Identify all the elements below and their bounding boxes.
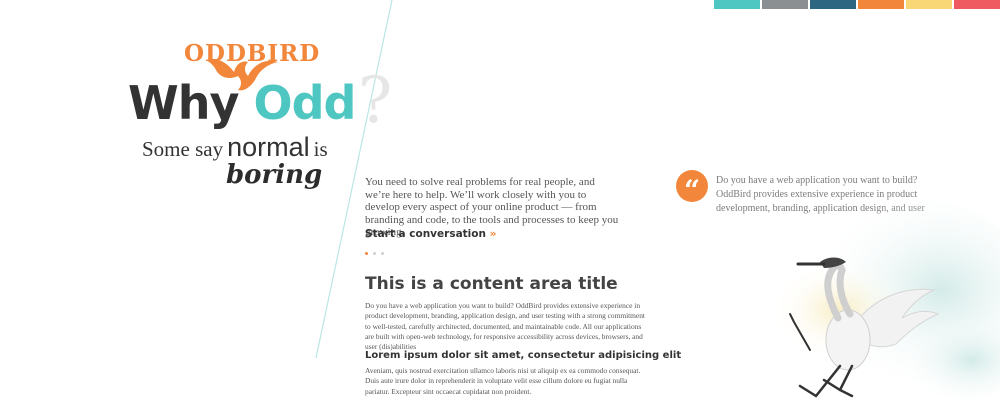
color-stripe-3 [810, 0, 856, 9]
tagline-normal: normal [227, 132, 310, 162]
hero-headline: Why Odd [128, 80, 356, 126]
color-stripe-6 [954, 0, 1000, 9]
content-area-title: This is a content area title [365, 274, 618, 294]
color-stripe-2 [762, 0, 808, 9]
tagline-is: is [313, 137, 328, 161]
start-conversation-link[interactable]: Start a conversation » [365, 228, 496, 240]
tagline-boring: boring [226, 160, 323, 190]
heron-illustration [770, 200, 1000, 400]
quote-mark-icon: “ [676, 170, 708, 207]
color-stripe-1 [714, 0, 760, 9]
pager-dot-1[interactable] [365, 252, 368, 255]
color-stripe-5 [906, 0, 952, 9]
oddbird-logo[interactable]: ODDBIRD [184, 40, 320, 91]
hero-why: Why [128, 76, 239, 130]
cta-label: Start a conversation [365, 228, 486, 240]
cta-arrow-icon: » [489, 228, 497, 240]
pager-dots [365, 252, 384, 255]
hero-tagline: Some say normal is [142, 132, 328, 163]
pager-dot-2[interactable] [373, 252, 376, 255]
pager-dot-3[interactable] [381, 252, 384, 255]
content-area-body: Do you have a web application you want t… [365, 301, 645, 352]
content-subbody: Aveniam, quis nostrud exercitation ullam… [365, 366, 641, 396]
tagline-some-say: Some say [142, 137, 224, 161]
hero-question-mark: ? [358, 64, 393, 138]
hero-odd: Odd [253, 76, 357, 130]
color-stripes [714, 0, 1000, 9]
color-stripe-4 [858, 0, 904, 9]
content-subtitle: Lorem ipsum dolor sit amet, consectetur … [365, 350, 682, 361]
